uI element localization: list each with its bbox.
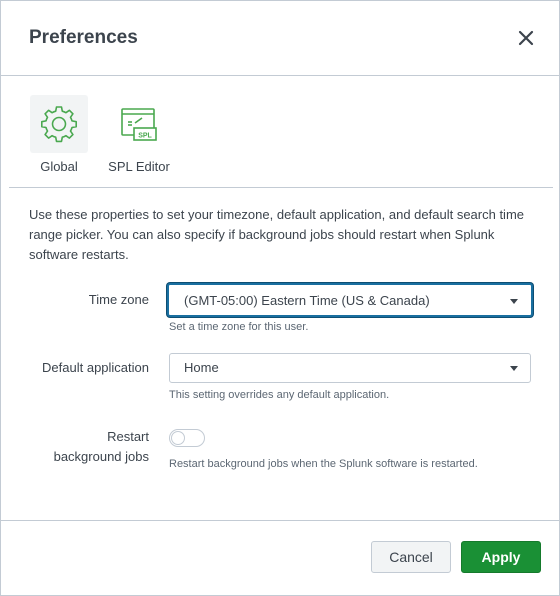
default-app-label: Default application [42,360,149,375]
preferences-dialog: Preferences Global SPL SPL Editor Use th… [0,0,560,596]
default-app-value: Home [184,360,219,375]
tab-spl-editor[interactable]: SPL SPL Editor [99,95,179,174]
restart-jobs-help: Restart background jobs when the Splunk … [169,458,478,470]
timezone-label: Time zone [88,292,149,307]
toggle-knob [171,431,185,445]
timezone-row: Time zone (GMT-05:00) Eastern Time (US &… [1,283,560,343]
restart-jobs-row: Restart background jobs Restart backgrou… [1,427,560,477]
timezone-help: Set a time zone for this user. [169,321,309,333]
apply-button[interactable]: Apply [461,541,541,573]
preferences-description: Use these properties to set your timezon… [29,207,525,262]
dialog-title: Preferences [29,27,138,48]
dialog-footer: Cancel Apply [1,520,559,595]
timezone-select[interactable]: (GMT-05:00) Eastern Time (US & Canada) [167,283,533,317]
restart-jobs-label-line2: background jobs [53,449,149,464]
tab-global-label: Global [40,159,78,174]
spl-editor-icon: SPL [121,108,157,141]
default-app-row: Default application Home This setting ov… [1,353,560,413]
tab-spl-editor-label: SPL Editor [108,159,170,174]
restart-jobs-toggle[interactable] [169,429,205,447]
tab-spl-icon-box: SPL [110,95,168,153]
spl-icon-text: SPL [138,133,152,140]
gear-icon [41,106,77,143]
dialog-header: Preferences [1,1,559,76]
chevron-down-icon [510,366,518,371]
tab-global-icon-box [30,95,88,153]
preference-tabs: Global SPL SPL Editor [9,95,553,188]
close-button[interactable] [517,29,535,47]
restart-jobs-label-line1: Restart [107,429,149,444]
default-app-select[interactable]: Home [169,353,531,383]
timezone-value: (GMT-05:00) Eastern Time (US & Canada) [184,293,430,308]
tab-global[interactable]: Global [29,95,89,174]
close-icon [518,30,534,46]
chevron-down-icon [510,299,518,304]
default-app-help: This setting overrides any default appli… [169,389,390,401]
cancel-button[interactable]: Cancel [371,541,451,573]
